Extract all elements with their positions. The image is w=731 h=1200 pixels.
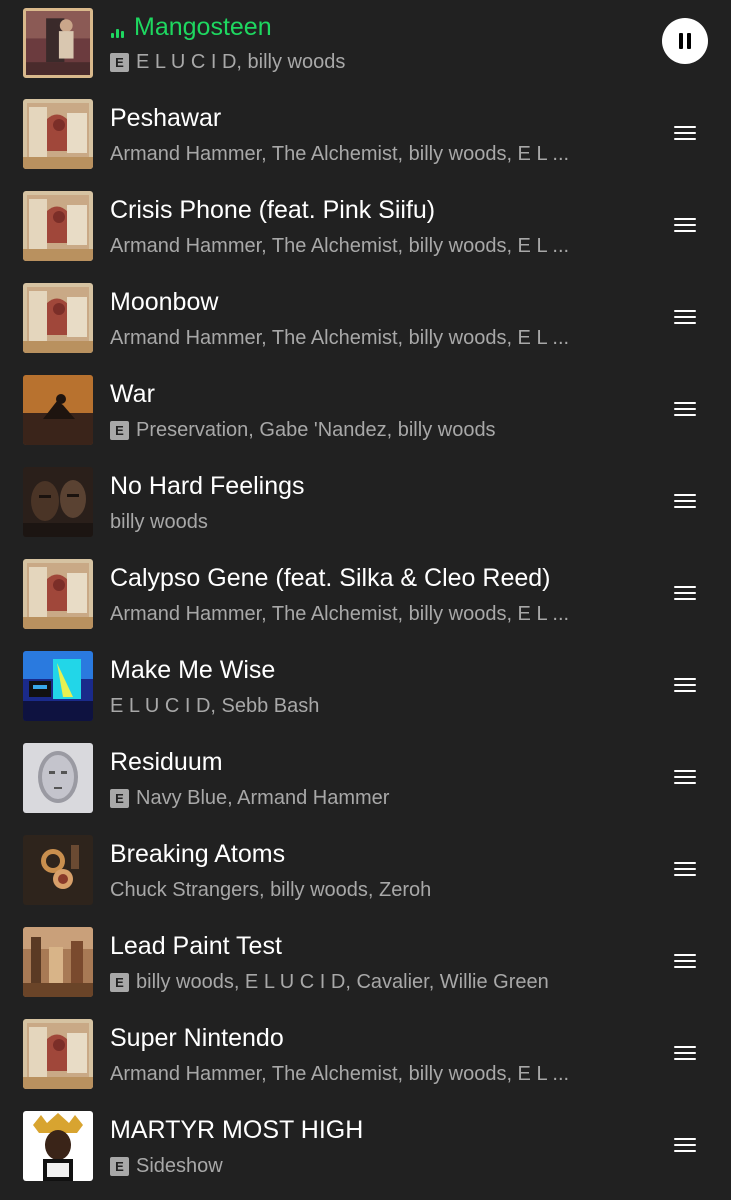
queue-track-row[interactable]: Make Me Wise E L U C I D, Sebb Bash [0,642,731,734]
queue-track-row[interactable]: Lead Paint Test Ebilly woods, E L U C I D… [0,918,731,1010]
track-artists: billy woods [110,511,208,533]
album-art [23,99,93,169]
track-title: Calypso Gene (feat. Silka & Cleo Reed) [110,564,551,592]
track-artists-line: E E L U C I D, billy woods [110,50,345,74]
queue-track-row[interactable]: Moonbow Armand Hammer, The Alchemist, bil… [0,274,731,366]
queue-track-row[interactable]: Crisis Phone (feat. Pink Siifu) Armand Ha… [0,182,731,274]
pause-button[interactable] [662,18,708,64]
now-playing-row[interactable]: Mangosteen E E L U C I D, billy woods [0,0,731,90]
queue-track-row[interactable]: Peshawar Armand Hammer, The Alchemist, bi… [0,90,731,182]
queue-track-row[interactable]: Breaking Atoms Chuck Strangers, billy woo… [0,826,731,918]
track-title: Mangosteen [134,13,272,41]
track-title: Residuum [110,748,223,776]
track-artists: billy woods, E L U C I D, Cavalier, Will… [136,971,549,993]
explicit-badge: E [110,788,129,808]
drag-handle-icon[interactable] [674,862,696,878]
track-artists-line: E Navy Blue, Armand Hammer [110,786,389,810]
drag-handle-icon[interactable] [674,494,696,510]
track-artists: Preservation, Gabe 'Nandez, billy woods [136,419,496,441]
track-title: Lead Paint Test [110,932,282,960]
queue-track-row[interactable]: MARTYR MOST HIGH E Sideshow [0,1102,731,1194]
track-artists-line: Chuck Strangers, billy woods, Zeroh [110,878,431,902]
track-artists: Armand Hammer, The Alchemist, billy wood… [110,1063,570,1085]
album-art [23,375,93,445]
queue-track-row[interactable]: Calypso Gene (feat. Silka & Cleo Reed) Ar… [0,550,731,642]
album-art [23,743,93,813]
drag-handle-icon[interactable] [674,402,696,418]
explicit-badge: E [110,420,129,440]
track-artists: Armand Hammer, The Alchemist, billy wood… [110,235,570,257]
track-title: Peshawar [110,104,222,132]
track-title: MARTYR MOST HIGH [110,1116,364,1144]
drag-handle-icon[interactable] [674,678,696,694]
album-art [23,1111,93,1181]
queue-track-row[interactable]: War E Preservation, Gabe 'Nandez, billy wo… [0,366,731,458]
album-art [23,559,93,629]
track-artists: E L U C I D, billy woods [136,51,346,73]
track-artists-line: Ebilly woods, E L U C I D, Cavalier, Wil… [110,970,549,994]
track-artists: Armand Hammer, The Alchemist, billy wood… [110,143,570,165]
drag-handle-icon[interactable] [674,770,696,786]
track-artists: Navy Blue, Armand Hammer [136,787,390,809]
track-artists-line: Armand Hammer, The Alchemist, billy wood… [110,1062,569,1086]
drag-handle-icon[interactable] [674,218,696,234]
explicit-badge: E [110,52,129,72]
album-art [23,8,93,78]
track-title: Moonbow [110,288,219,316]
track-artists-line: E Preservation, Gabe 'Nandez, billy woods [110,418,496,442]
explicit-badge: E [110,972,129,992]
queue-track-row[interactable]: Residuum E Navy Blue, Armand Hammer [0,734,731,826]
track-artists-line: Armand Hammer, The Alchemist, billy wood… [110,142,569,166]
track-artists-line: billy woods [110,510,208,534]
track-artists: E L U C I D, Sebb Bash [110,695,320,717]
album-art [23,651,93,721]
equalizer-icon [111,24,127,38]
queue-track-row[interactable]: Super Nintendo Armand Hammer, The Alchemi… [0,1010,731,1102]
explicit-badge: E [110,1156,129,1176]
album-art [23,835,93,905]
track-artists: Sideshow [136,1155,223,1177]
track-artists-line: Armand Hammer, The Alchemist, billy wood… [110,602,569,626]
track-title: Crisis Phone (feat. Pink Siifu) [110,196,436,224]
album-art [23,283,93,353]
drag-handle-icon[interactable] [674,586,696,602]
drag-handle-icon[interactable] [674,126,696,142]
track-artists-line: Armand Hammer, The Alchemist, billy wood… [110,326,569,350]
track-artists: Armand Hammer, The Alchemist, billy wood… [110,603,570,625]
track-title: War [110,380,155,408]
track-artists-line: E L U C I D, Sebb Bash [110,694,319,718]
queue-list: Mangosteen E E L U C I D, billy woods Pesha… [0,0,731,1194]
track-artists-line: Armand Hammer, The Alchemist, billy wood… [110,234,569,258]
track-artists: Armand Hammer, The Alchemist, billy wood… [110,327,570,349]
track-title: Breaking Atoms [110,840,286,868]
drag-handle-icon[interactable] [674,310,696,326]
track-title: Super Nintendo [110,1024,284,1052]
album-art [23,191,93,261]
track-artists-line: E Sideshow [110,1154,223,1178]
drag-handle-icon[interactable] [674,1046,696,1062]
drag-handle-icon[interactable] [674,954,696,970]
track-title: No Hard Feelings [110,472,305,500]
album-art [23,467,93,537]
album-art [23,927,93,997]
album-art [23,1019,93,1089]
queue-track-row[interactable]: No Hard Feelings billy woods [0,458,731,550]
drag-handle-icon[interactable] [674,1138,696,1154]
track-title: Make Me Wise [110,656,276,684]
track-artists: Chuck Strangers, billy woods, Zeroh [110,879,432,901]
